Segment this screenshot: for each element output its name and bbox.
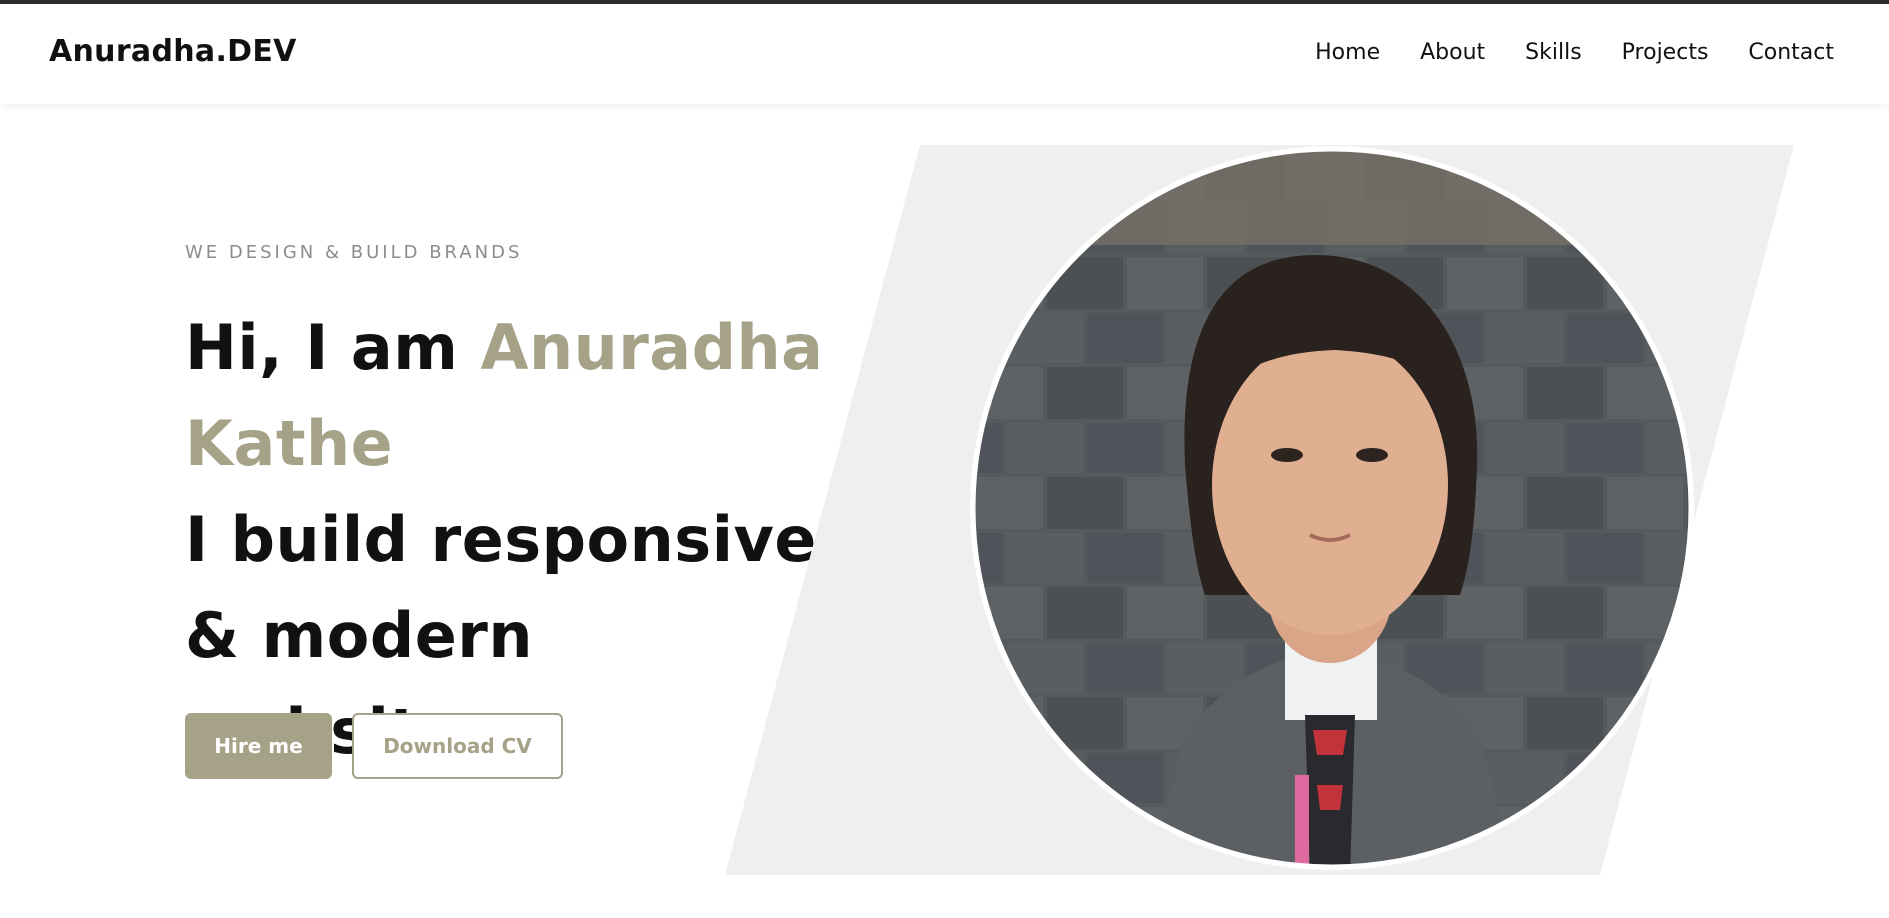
hire-me-button[interactable]: Hire me [185,713,332,779]
download-cv-button[interactable]: Download CV [352,713,563,779]
navbar: Anuradha.DEV Home About Skills Projects … [0,4,1889,104]
nav-home-link[interactable]: Home [1315,40,1380,65]
hero-greeting: Hi, I am [185,311,481,384]
hero-visual-svg [725,145,1794,875]
site-logo[interactable]: Anuradha.DEV [49,34,297,69]
nav-menu: Home About Skills Projects Contact [1315,40,1834,65]
nav-contact-link[interactable]: Contact [1748,40,1834,65]
hero-tagline: WE DESIGN & BUILD BRANDS [185,242,523,263]
hero-visual [725,145,1794,875]
nav-about-link[interactable]: About [1420,40,1485,65]
nav-skills-link[interactable]: Skills [1525,40,1582,65]
nav-projects-link[interactable]: Projects [1622,40,1709,65]
